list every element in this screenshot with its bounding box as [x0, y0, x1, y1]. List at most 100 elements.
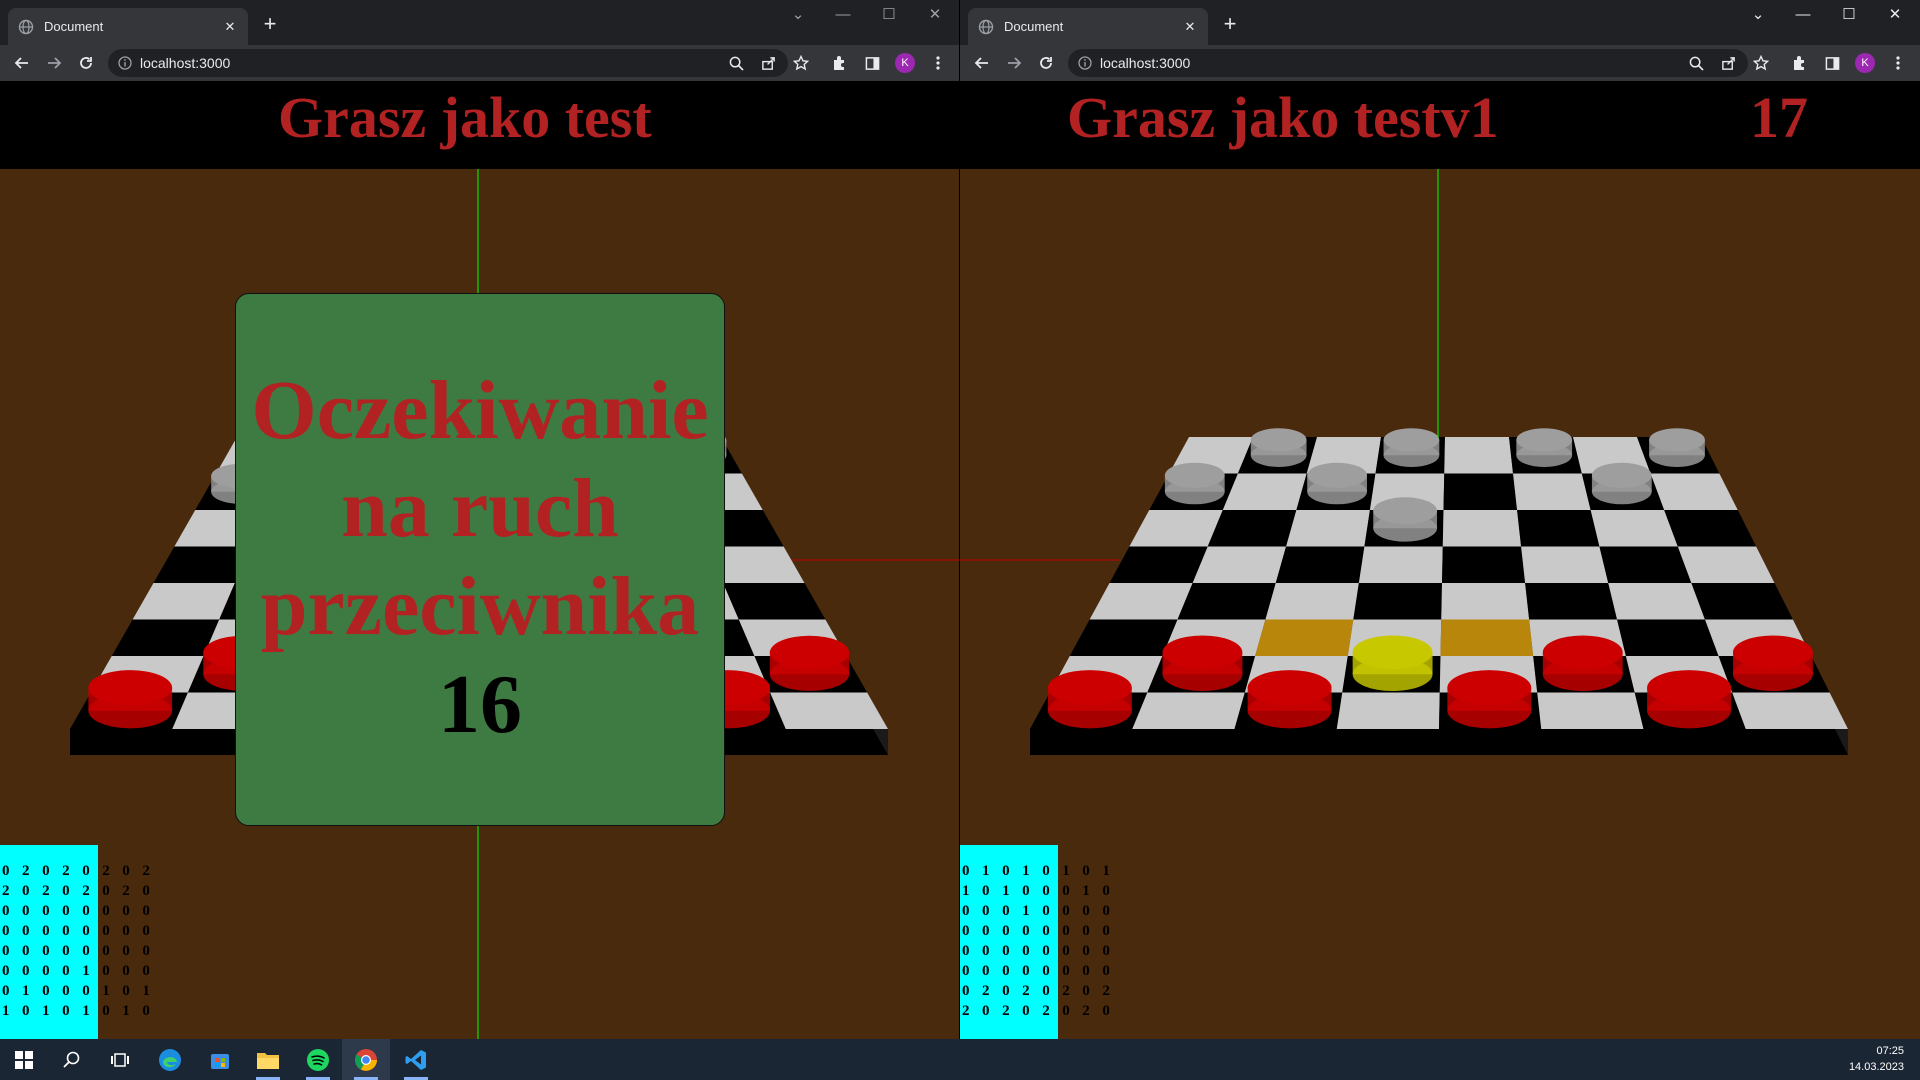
- chrome-icon[interactable]: [342, 1039, 390, 1080]
- edge-icon[interactable]: [146, 1039, 194, 1080]
- profile-button[interactable]: K: [889, 45, 921, 81]
- piece-top: [769, 635, 850, 670]
- windows-start-icon[interactable]: [0, 1039, 48, 1080]
- checker-piece: [1516, 428, 1573, 467]
- extensions-puzzle-icon[interactable]: [824, 45, 856, 81]
- checker-piece: [1542, 635, 1623, 692]
- search-icon[interactable]: [48, 1039, 96, 1080]
- game-viewport[interactable]: Grasz jako testv1 17 0 1 0 1 0 1 0 1 1 0…: [960, 81, 1920, 1039]
- checkers-board[interactable]: [1030, 428, 1848, 755]
- waiting-countdown: 16: [438, 658, 522, 751]
- tab-strip: Document ✕ + ⌄ — ☐ ✕: [960, 0, 1920, 45]
- piece-top: [1247, 670, 1332, 706]
- board-state-matrix: 0 2 0 2 0 2 0 2 2 0 2 0 2 0 2 0 0 0 0 0 …: [0, 845, 155, 1039]
- checker-piece: [1373, 497, 1438, 542]
- board-square: [1664, 510, 1757, 547]
- arrow-right-icon: [48, 57, 62, 69]
- vscode-icon[interactable]: [392, 1039, 440, 1080]
- board-square: [1442, 546, 1526, 583]
- forward-button[interactable]: [38, 45, 70, 81]
- checker-piece: [1047, 670, 1132, 729]
- piece-top: [1447, 670, 1532, 706]
- checker-piece: [1647, 670, 1731, 729]
- extensions-puzzle-icon[interactable]: [1784, 45, 1816, 81]
- side-panel-icon[interactable]: [856, 45, 888, 81]
- address-bar[interactable]: localhost:3000: [1068, 49, 1748, 77]
- piece-top: [1162, 635, 1243, 670]
- avatar: K: [1855, 53, 1875, 73]
- board-square: [1677, 546, 1775, 583]
- store-icon[interactable]: [196, 1039, 244, 1080]
- checker-piece: [88, 670, 173, 729]
- minimize-button[interactable]: —: [1780, 0, 1826, 30]
- back-button[interactable]: [966, 45, 998, 81]
- spotify-icon[interactable]: [294, 1039, 342, 1080]
- share-icon[interactable]: [1712, 45, 1744, 81]
- tab-document[interactable]: Document ✕: [968, 8, 1208, 45]
- board-square: [1442, 510, 1522, 547]
- share-icon[interactable]: [752, 45, 784, 81]
- matrix-row: 0 0 0 0 0 0 0 0: [2, 923, 155, 939]
- browser-toolbar: localhost:3000 K: [960, 45, 1920, 81]
- new-tab-button[interactable]: +: [256, 10, 284, 38]
- piece-top: [1647, 670, 1731, 706]
- maximize-button[interactable]: ☐: [1826, 0, 1872, 30]
- windows-taskbar: 07:25 14.03.2023: [0, 1039, 1920, 1080]
- new-tab-button[interactable]: +: [1216, 10, 1244, 38]
- forward-button[interactable]: [998, 45, 1030, 81]
- maximize-button[interactable]: ☐: [866, 0, 912, 30]
- waiting-line-1: Oczekiwanie: [251, 364, 709, 457]
- tab-title: Document: [1004, 19, 1064, 34]
- zoom-icon[interactable]: [720, 45, 752, 81]
- board-square: [1336, 692, 1440, 729]
- board-square: [1521, 546, 1609, 583]
- board-square: [1192, 546, 1287, 583]
- close-window-button[interactable]: ✕: [912, 0, 958, 30]
- side-panel-icon[interactable]: [1816, 45, 1848, 81]
- tab-document[interactable]: Document ✕: [8, 8, 248, 45]
- profile-button[interactable]: K: [1849, 45, 1881, 81]
- matrix-row: 0 0 0 0 0 0 0 0: [962, 963, 1115, 979]
- waiting-message: Oczekiwanie na ruch przeciwnika: [236, 362, 724, 656]
- board-square: [1599, 546, 1692, 583]
- reload-button[interactable]: [1030, 45, 1062, 81]
- game-viewport[interactable]: Grasz jako test Oczekiwanie na ruch prze…: [0, 81, 959, 1039]
- tab-close-icon[interactable]: ✕: [1182, 19, 1198, 35]
- matrix-row: 0 0 0 0 0 0 0 0: [962, 923, 1115, 939]
- piece-top: [88, 670, 173, 706]
- task-view-icon[interactable]: [96, 1039, 144, 1080]
- close-window-button[interactable]: ✕: [1872, 0, 1918, 30]
- tab-close-icon[interactable]: ✕: [222, 19, 238, 35]
- checker-piece: [1162, 635, 1243, 692]
- menu-kebab-icon[interactable]: [922, 45, 954, 81]
- tab-strip: Document ✕ + ⌄ — ☐ ✕: [0, 0, 959, 45]
- back-button[interactable]: [6, 45, 38, 81]
- zoom-icon[interactable]: [1680, 45, 1712, 81]
- piece-top: [1373, 497, 1438, 525]
- piece-top: [1047, 670, 1132, 706]
- bookmark-star-icon[interactable]: [785, 45, 817, 81]
- tab-search-icon[interactable]: ⌄: [775, 0, 821, 30]
- file-explorer-icon[interactable]: [244, 1039, 292, 1080]
- menu-kebab-icon[interactable]: [1882, 45, 1914, 81]
- arrow-left-icon: [14, 57, 28, 69]
- checker-piece: [1352, 635, 1433, 692]
- checker-piece: [769, 635, 850, 691]
- piece-top: [1649, 428, 1705, 452]
- clock-date: 14.03.2023: [1848, 1061, 1904, 1073]
- piece-top: [1352, 635, 1433, 670]
- minimize-button[interactable]: —: [820, 0, 866, 30]
- checker-piece: [1591, 462, 1652, 505]
- tab-search-icon[interactable]: ⌄: [1735, 0, 1781, 30]
- waiting-line-2: na ruch: [341, 462, 619, 555]
- address-bar[interactable]: localhost:3000: [108, 49, 788, 77]
- checker-piece: [1732, 635, 1813, 692]
- piece-top: [1591, 462, 1652, 488]
- reload-button[interactable]: [70, 45, 102, 81]
- bookmark-star-icon[interactable]: [1745, 45, 1777, 81]
- board-square: [1525, 583, 1618, 620]
- system-clock[interactable]: 07:25 14.03.2023: [1849, 1043, 1904, 1075]
- board-square: [1286, 510, 1370, 547]
- board-edge: [1030, 729, 1848, 755]
- board-square: [1132, 692, 1245, 729]
